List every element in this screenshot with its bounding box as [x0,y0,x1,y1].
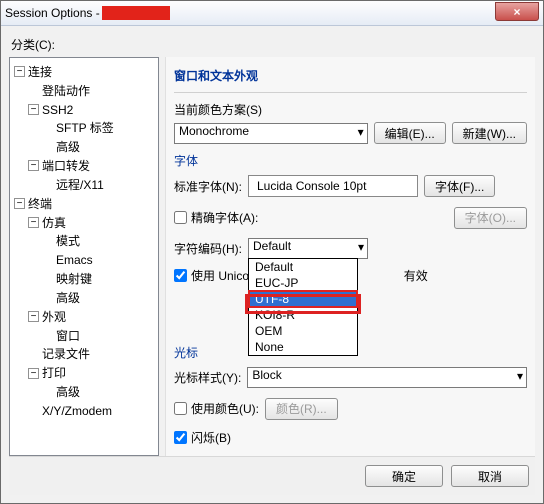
exact-font-checkbox[interactable]: 精确字体(A): [174,209,258,226]
close-button[interactable]: × [495,2,539,21]
collapse-icon[interactable]: − [28,160,39,171]
ok-button[interactable]: 确定 [365,465,443,487]
tree-node-login[interactable]: 登陆动作 [28,81,156,100]
cursor-style-label: 光标样式(Y): [174,369,241,386]
scheme-label: 当前颜色方案(S) [174,101,527,118]
tree-node-logfile[interactable]: 记录文件 [28,344,156,363]
std-font-value: Lucida Console 10pt [248,175,418,197]
tree-node-mode[interactable]: 模式 [42,231,156,250]
cursor-style-select[interactable]: Block [247,367,527,388]
collapse-icon[interactable]: − [28,368,39,379]
collapse-icon[interactable]: − [14,66,25,77]
encoding-option-default[interactable]: Default [249,259,357,275]
encoding-option-eucjp[interactable]: EUC-JP [249,275,357,291]
use-color-check[interactable] [174,402,187,415]
cursor-style-value: Block [247,367,527,388]
font-heading: 字体 [174,152,527,169]
main-row: −连接 登陆动作 −SSH2 SFTP 标签 高级 −端口转发 [9,57,535,456]
edit-button[interactable]: 编辑(E)... [374,122,446,144]
font-button[interactable]: 字体(F)... [424,175,495,197]
dialog-footer: 确定 取消 [9,456,535,495]
scheme-select[interactable]: Monochrome [174,123,368,144]
font-button-2: 字体(O)... [454,207,527,229]
unicode-check[interactable] [174,269,187,282]
std-font-label: 标准字体(N): [174,178,242,195]
window-title: Session Options - [5,6,100,20]
dialog-window: Session Options - × 分类(C): −连接 登陆动作 −SSH… [0,0,544,504]
encoding-select-value: Default [248,238,368,259]
collapse-icon[interactable]: − [14,198,25,209]
category-tree[interactable]: −连接 登陆动作 −SSH2 SFTP 标签 高级 −端口转发 [9,57,159,456]
encoding-select[interactable]: Default Default EUC-JP UTF-8 KOI8-R OEM … [248,238,368,259]
collapse-icon[interactable]: − [28,217,39,228]
tree-node-portfwd[interactable]: −端口转发 远程/X11 [28,156,156,194]
collapse-icon[interactable]: − [28,311,39,322]
color-button: 颜色(R)... [265,398,338,420]
dialog-body: 分类(C): −连接 登陆动作 −SSH2 SFTP 标签 高级 [1,26,543,503]
blink-checkbox[interactable]: 闪烁(B) [174,429,527,446]
exact-font-check[interactable] [174,211,187,224]
close-icon: × [513,5,520,19]
cancel-button[interactable]: 取消 [451,465,529,487]
encoding-dropdown-list: Default EUC-JP UTF-8 KOI8-R OEM None [248,258,358,356]
tree-node-xyz[interactable]: X/Y/Zmodem [28,401,156,420]
blink-check[interactable] [174,431,187,444]
titlebar: Session Options - × [1,1,543,26]
encoding-option-koi8r[interactable]: KOI8-R [249,307,357,323]
tree-node-print-adv[interactable]: 高级 [42,382,156,401]
tree-node-window[interactable]: 窗口 [42,326,156,345]
use-color-checkbox[interactable]: 使用颜色(U): [174,400,259,417]
settings-panel: 窗口和文本外观 当前颜色方案(S) Monochrome 编辑(E)... 新建… [165,57,535,456]
tree-node-connection[interactable]: −连接 登陆动作 −SSH2 SFTP 标签 高级 −端口转发 [14,62,156,194]
tree-node-sftp[interactable]: SFTP 标签 [42,118,156,137]
encoding-option-utf8[interactable]: UTF-8 [249,291,357,307]
encoding-option-none[interactable]: None [249,339,357,355]
tree-node-remote-x11[interactable]: 远程/X11 [42,175,156,194]
tree-node-emu-adv[interactable]: 高级 [42,288,156,307]
tree-node-terminal[interactable]: −终端 −仿真 模式 Emacs 映射键 高级 −外观 [14,194,156,420]
category-label: 分类(C): [11,36,535,53]
tree-node-print[interactable]: −打印 高级 [28,363,156,401]
valid-suffix: 有效 [404,267,428,284]
encoding-label: 字符编码(H): [174,240,242,257]
tree-node-ssh2-adv[interactable]: 高级 [42,137,156,156]
redacted-title [102,6,170,20]
tree-node-emulation[interactable]: −仿真 模式 Emacs 映射键 高级 [28,213,156,307]
tree-node-mapkeys[interactable]: 映射键 [42,269,156,288]
collapse-icon[interactable]: − [28,104,39,115]
panel-title: 窗口和文本外观 [174,63,527,93]
tree-node-ssh2[interactable]: −SSH2 SFTP 标签 高级 [28,100,156,156]
encoding-option-oem[interactable]: OEM [249,323,357,339]
tree-node-emacs[interactable]: Emacs [42,250,156,269]
new-button[interactable]: 新建(W)... [452,122,527,144]
scheme-select-value: Monochrome [174,123,368,144]
tree-node-appearance[interactable]: −外观 窗口 [28,307,156,345]
